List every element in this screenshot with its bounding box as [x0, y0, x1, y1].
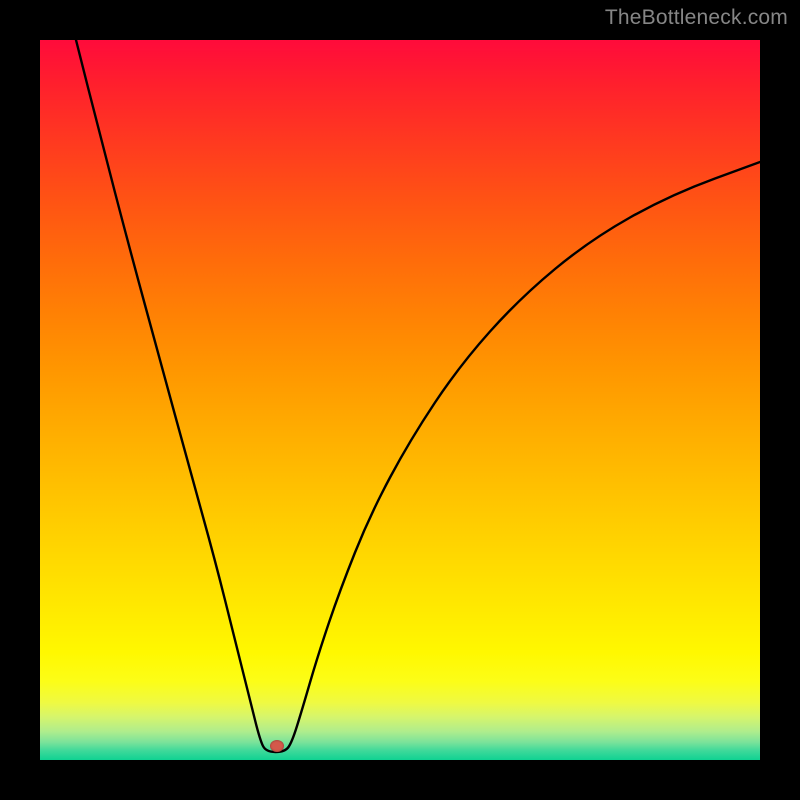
watermark-text: TheBottleneck.com — [605, 6, 788, 30]
trough-marker — [270, 740, 284, 752]
bottleneck-curve — [40, 40, 760, 760]
plot-area — [40, 40, 760, 760]
chart-frame: TheBottleneck.com — [0, 0, 800, 800]
